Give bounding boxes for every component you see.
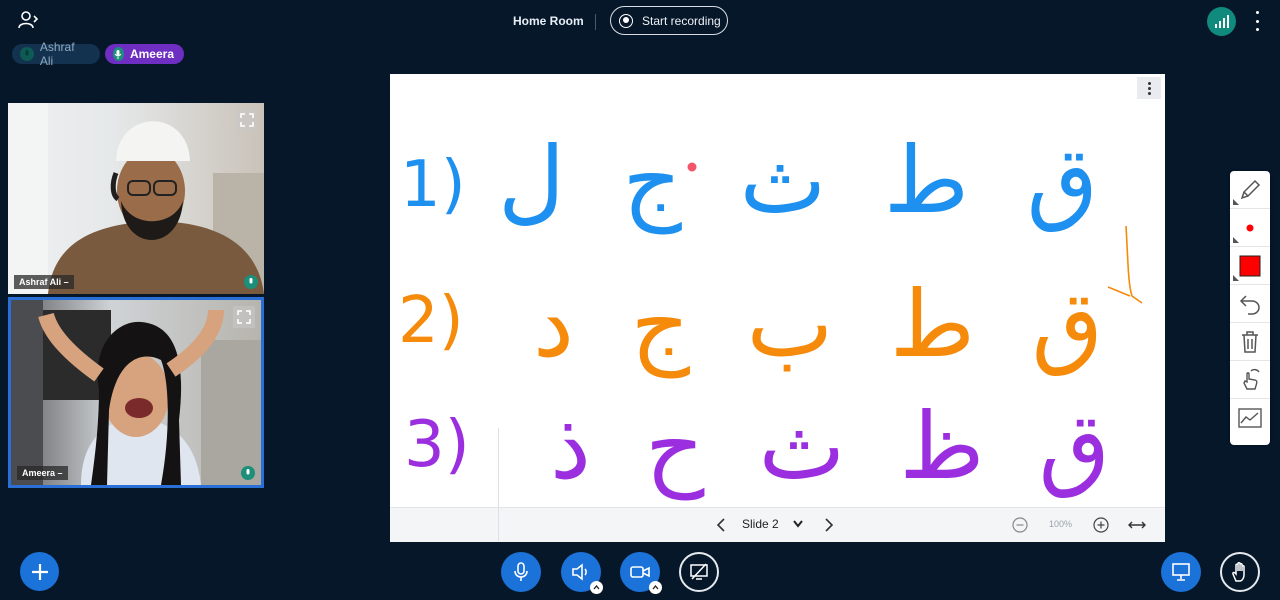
- plus-circle-icon: [1093, 517, 1109, 533]
- trash-icon: [1242, 330, 1258, 353]
- submenu-indicator: [1233, 237, 1239, 243]
- presentation-icon: [1172, 563, 1190, 581]
- talking-indicator-ashraf[interactable]: Ashraf Ali: [12, 40, 100, 68]
- connection-status-button[interactable]: [1207, 7, 1236, 36]
- actions-button[interactable]: [20, 552, 59, 591]
- current-slide: Slide 2: [742, 517, 779, 531]
- submenu-indicator: [1233, 275, 1239, 281]
- microphone-icon: [514, 562, 528, 581]
- signal-bars-icon: [1214, 24, 1217, 28]
- chart-tool-button[interactable]: [1230, 399, 1270, 437]
- next-slide-button[interactable]: [820, 517, 836, 533]
- kebab-icon: [1255, 11, 1259, 14]
- undo-icon: [1239, 294, 1260, 315]
- whiteboard-canvas[interactable]: 1) ق ط ث ج ل 2) ق ط ب ج د 3) ق ظ ث ح ذ: [390, 74, 1165, 508]
- talker-name: Ashraf Ali: [39, 40, 75, 68]
- video-tile-ashraf[interactable]: Ashraf Ali –: [8, 103, 264, 294]
- start-recording-button[interactable]: Start recording: [610, 6, 728, 35]
- divider: [498, 428, 499, 541]
- mic-icon: [20, 47, 34, 61]
- chevron-right-icon: [825, 518, 834, 532]
- presentation-area[interactable]: 1) ق ط ث ج ل 2) ق ط ب ج د 3) ق ظ ث ح ذ S…: [390, 74, 1165, 542]
- video-name-tag: Ameera –: [17, 466, 68, 480]
- record-icon: [619, 13, 633, 28]
- mic-status-icon: [241, 466, 255, 480]
- camera-options-caret[interactable]: [649, 581, 662, 594]
- row-1-letters: ق ط ث ج ل: [498, 127, 1098, 234]
- fullscreen-button[interactable]: [236, 109, 258, 131]
- row-3-number: 3): [404, 408, 470, 482]
- screenshare-off-icon: [690, 563, 708, 580]
- toggle-presentation-button[interactable]: [1161, 552, 1201, 592]
- audio-button[interactable]: [561, 552, 603, 594]
- chart-icon: [1238, 408, 1262, 428]
- chevron-up-icon: [652, 585, 659, 590]
- share-webcam-button[interactable]: [620, 552, 662, 594]
- webcam-feed: [8, 103, 264, 294]
- row-3-letters: ق ظ ث ح ذ: [550, 393, 1110, 500]
- hand-icon: [1232, 562, 1245, 582]
- fit-to-width-button[interactable]: [1128, 518, 1146, 532]
- row-2-number: 2): [398, 284, 464, 358]
- options-menu-button[interactable]: [1249, 11, 1265, 31]
- screenshare-button[interactable]: [679, 552, 719, 592]
- hand-pointer-icon: [1243, 368, 1260, 390]
- presentation-options-button[interactable]: [1137, 77, 1161, 99]
- video-tile-ameera[interactable]: Ameera –: [8, 297, 264, 488]
- expand-icon: [237, 310, 251, 324]
- mute-microphone-button[interactable]: [501, 552, 541, 592]
- pencil-icon: [1240, 179, 1261, 199]
- previous-slide-button[interactable]: [714, 517, 730, 533]
- talking-indicator-ameera[interactable]: Ameera: [105, 44, 184, 64]
- minus-circle-icon: [1012, 517, 1028, 533]
- webcam-feed: [11, 300, 261, 485]
- zoom-level: 100%: [1049, 519, 1073, 529]
- pencil-tool-button[interactable]: [1230, 171, 1270, 209]
- users-icon: [18, 11, 39, 29]
- record-label: Start recording: [642, 13, 721, 28]
- plus-icon: [31, 563, 48, 580]
- chevron-left-icon: [716, 518, 725, 532]
- mic-status-icon: [244, 275, 258, 289]
- meeting-title: Home Room: [513, 14, 584, 28]
- zoom-in-button[interactable]: [1093, 517, 1109, 533]
- speaker-icon: [572, 563, 587, 581]
- row-1-number: 1): [400, 148, 466, 222]
- fullscreen-button[interactable]: [233, 306, 255, 328]
- thickness-tool-button[interactable]: [1230, 209, 1270, 247]
- dot-icon: [1246, 224, 1254, 231]
- annotation-toolbar: [1230, 171, 1270, 445]
- audio-options-caret[interactable]: [590, 581, 603, 594]
- color-swatch-icon: [1239, 255, 1261, 276]
- multi-user-whiteboard-button[interactable]: [1230, 361, 1270, 399]
- chevron-up-icon: [593, 585, 600, 590]
- toggle-userlist-button[interactable]: [18, 10, 40, 30]
- zoom-out-button[interactable]: [1012, 517, 1028, 533]
- annotation-arrow: [1107, 225, 1143, 304]
- camera-icon: [630, 566, 650, 578]
- slide-select[interactable]: Slide 2: [742, 517, 803, 531]
- expand-icon: [240, 113, 254, 127]
- kebab-icon: [1147, 81, 1151, 85]
- video-name-tag: Ashraf Ali –: [14, 275, 74, 289]
- talker-name: Ameera: [129, 47, 174, 61]
- mic-icon: [113, 47, 124, 61]
- row-2-letters: ق ط ب ج د: [533, 271, 1103, 378]
- presentation-toolbar: Slide 2 100%: [390, 428, 1165, 542]
- arrows-horizontal-icon: [1128, 521, 1146, 529]
- title-divider: [595, 14, 596, 30]
- chevron-down-icon: [792, 520, 803, 528]
- submenu-indicator: [1233, 199, 1239, 205]
- raise-hand-button[interactable]: [1220, 552, 1260, 592]
- clear-annotations-button[interactable]: [1230, 323, 1270, 361]
- color-tool-button[interactable]: [1230, 247, 1270, 285]
- undo-button[interactable]: [1230, 285, 1270, 323]
